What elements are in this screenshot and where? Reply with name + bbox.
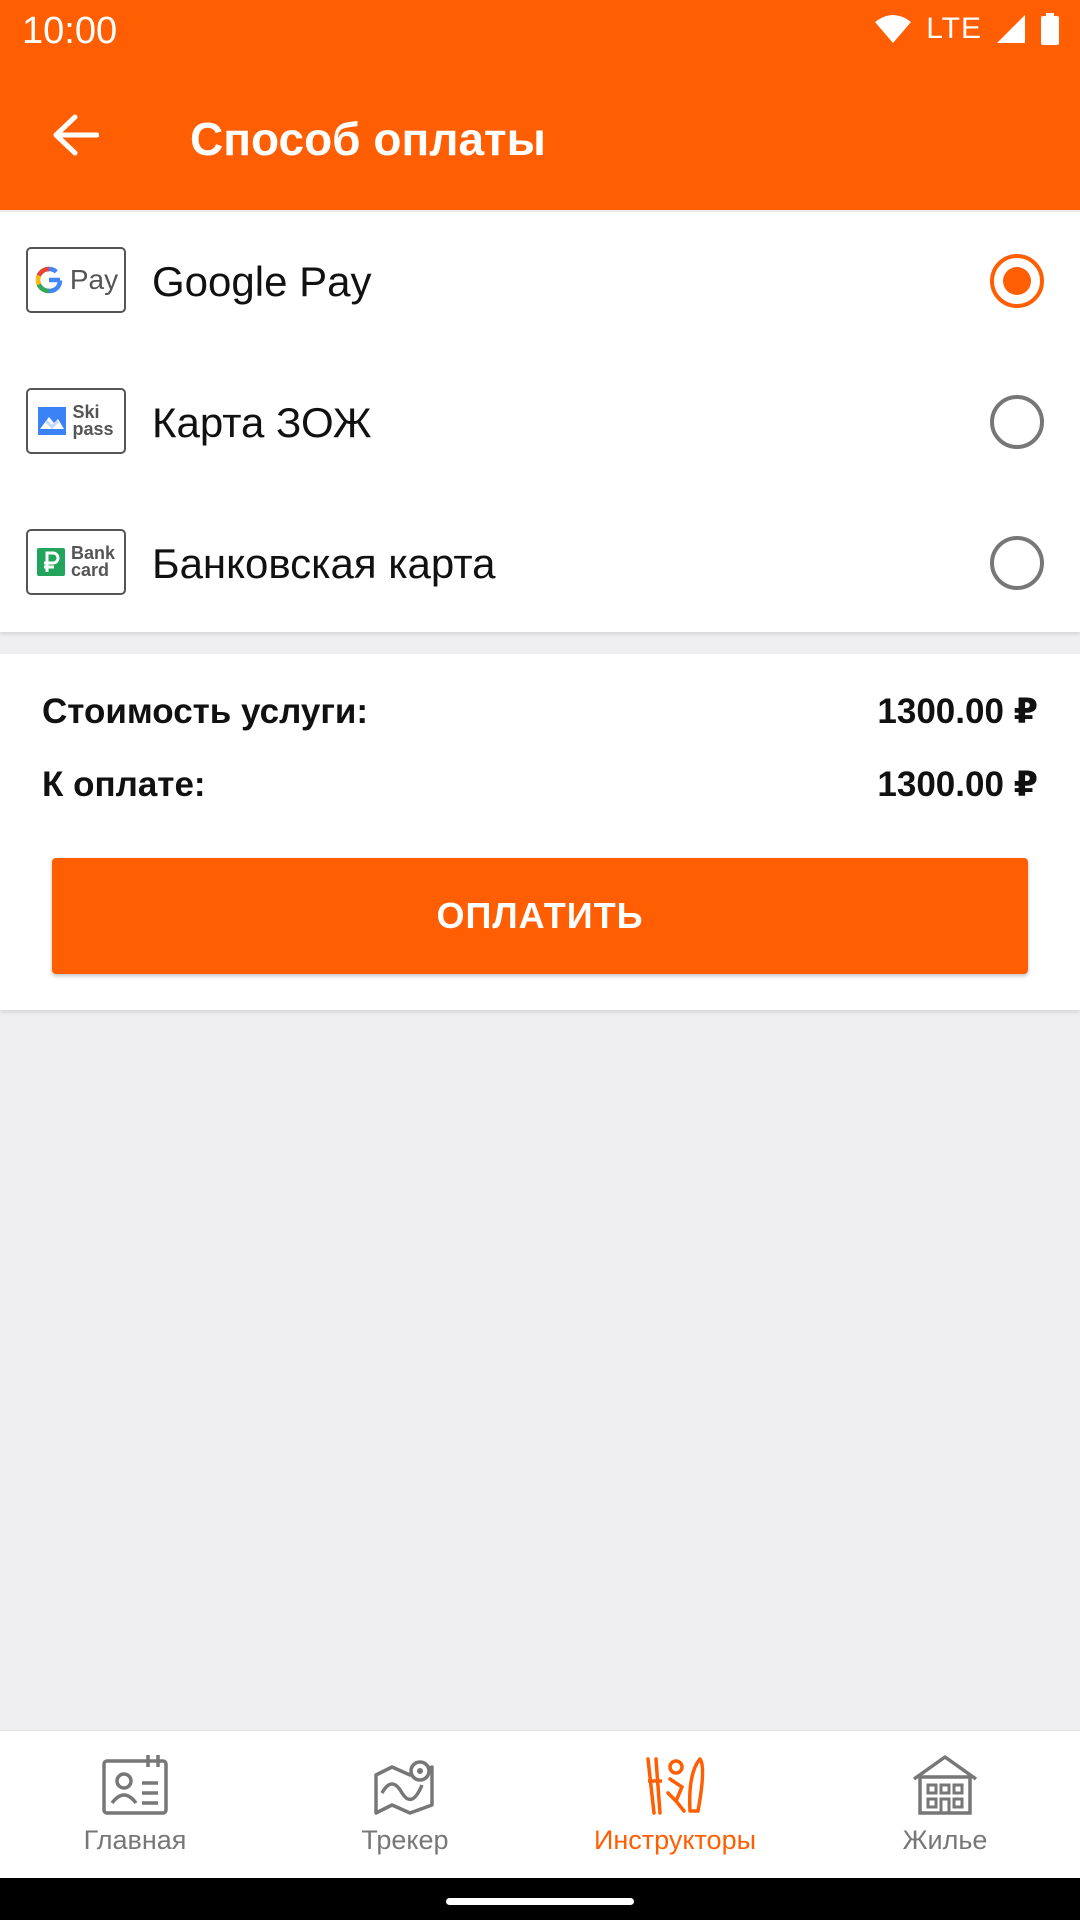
payment-method-google-pay[interactable]: Pay Google Pay xyxy=(0,212,1080,353)
bank-card-logo: Bank card xyxy=(26,529,126,595)
network-type: LTE xyxy=(926,12,982,45)
to-pay-value: 1300.00 ₽ xyxy=(877,765,1038,804)
pay-button[interactable]: ОПЛАТИТЬ xyxy=(52,858,1028,974)
status-time: 10:00 xyxy=(22,10,118,52)
ruble-icon xyxy=(36,548,65,576)
mountain-icon xyxy=(38,407,67,435)
id-card-icon xyxy=(102,1755,168,1815)
nav-item-housing[interactable]: Жилье xyxy=(810,1731,1080,1878)
payment-method-label: Банковская карта xyxy=(152,540,496,587)
building-icon xyxy=(912,1755,978,1815)
google-pay-logo-text: Pay xyxy=(69,264,119,295)
google-pay-logo: Pay xyxy=(26,247,126,313)
service-cost-label: Стоимость услуги: xyxy=(42,692,369,731)
system-navigation-bar xyxy=(0,1878,1080,1920)
status-icons: LTE xyxy=(874,12,1060,46)
radio-ski-pass[interactable] xyxy=(990,395,1044,449)
payment-method-bank-card[interactable]: Bank card Банковская карта xyxy=(0,494,1080,635)
payment-method-label: Карта ЗОЖ xyxy=(152,399,372,446)
payment-methods-card: Pay Google Pay Ski pass Карта ЗОЖ Bank c… xyxy=(0,212,1080,632)
home-gesture-bar[interactable] xyxy=(446,1898,634,1905)
google-g-icon xyxy=(35,266,63,294)
ski-icon xyxy=(646,1757,705,1815)
bank-card-logo-text-bottom: card xyxy=(70,560,110,580)
payment-method-ski-pass[interactable]: Ski pass Карта ЗОЖ xyxy=(0,353,1080,494)
nav-item-home[interactable]: Главная xyxy=(0,1731,270,1878)
nav-item-tracker[interactable]: Трекер xyxy=(270,1731,540,1878)
page-title: Способ оплаты xyxy=(190,113,546,165)
nav-label: Инструкторы xyxy=(593,1825,756,1855)
ski-pass-logo-text-bottom: pass xyxy=(72,419,114,439)
ski-pass-logo: Ski pass xyxy=(26,388,126,454)
nav-item-instructors[interactable]: Инструкторы xyxy=(540,1731,810,1878)
arrow-back-icon xyxy=(53,114,99,156)
nav-label: Главная xyxy=(83,1825,187,1855)
payment-method-label: Google Pay xyxy=(152,258,372,305)
back-button[interactable] xyxy=(40,100,110,170)
service-cost-value: 1300.00 ₽ xyxy=(877,692,1038,731)
app-bar: 10:00 LTE Способ оплаты xyxy=(0,0,1080,210)
radio-bank-card[interactable] xyxy=(990,536,1044,590)
to-pay-label: К оплате: xyxy=(42,765,206,804)
bottom-navigation: Главная Трекер Инструкторы Жилье xyxy=(0,1730,1080,1878)
wifi-icon xyxy=(875,15,912,43)
map-route-icon xyxy=(374,1760,434,1815)
radio-google-pay[interactable] xyxy=(990,254,1044,308)
nav-label: Трекер xyxy=(361,1825,449,1855)
battery-icon xyxy=(1041,13,1059,45)
payment-summary-card: Стоимость услуги: 1300.00 ₽ К оплате: 13… xyxy=(0,654,1080,1010)
signal-icon xyxy=(997,15,1025,43)
nav-label: Жилье xyxy=(902,1825,988,1855)
